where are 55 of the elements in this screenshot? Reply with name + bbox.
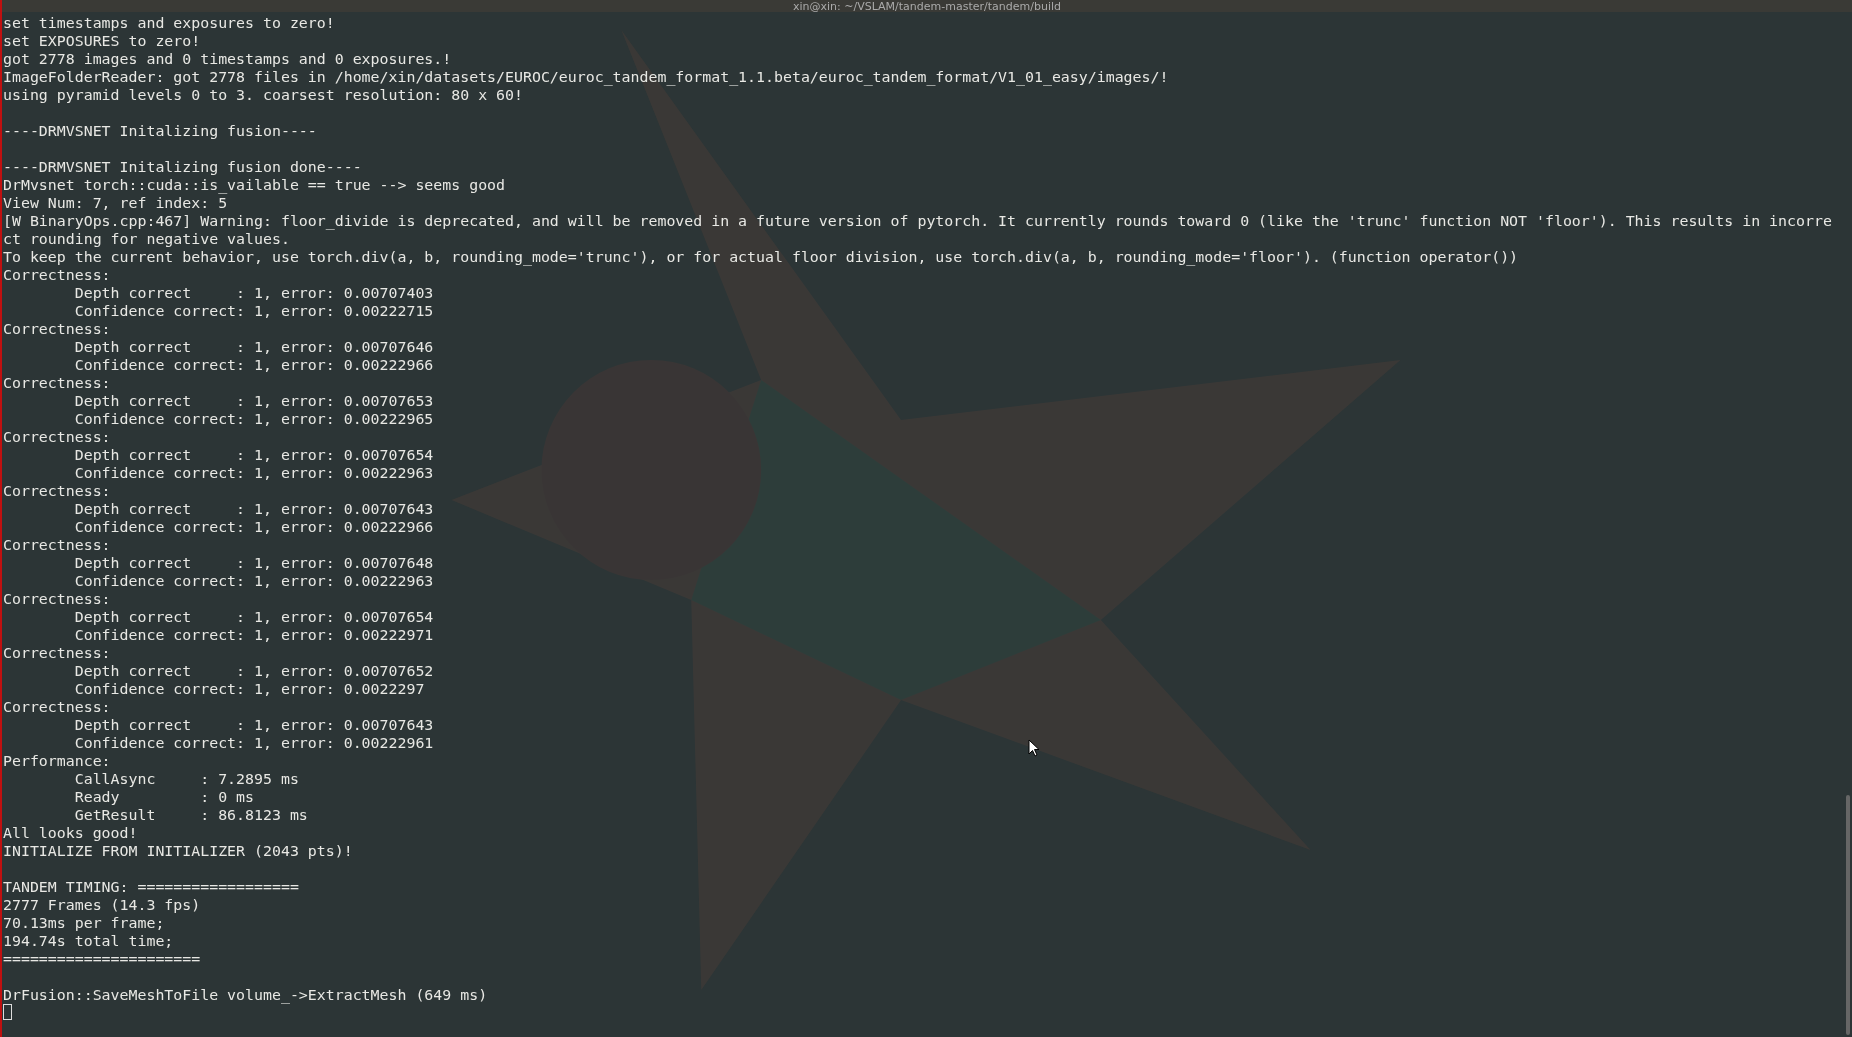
terminal-line: Depth correct : 1, error: 0.00707643 bbox=[73, 716, 434, 734]
terminal-line: Correctness: bbox=[3, 644, 111, 662]
terminal-line: Depth correct : 1, error: 0.00707648 bbox=[73, 554, 434, 572]
terminal-line: Confidence correct: 1, error: 0.00222963 bbox=[73, 464, 434, 482]
terminal-line: View Num: 7, ref index: 5 bbox=[3, 194, 228, 212]
terminal-line: To keep the current behavior, use torch.div(a, b, rounding_mode='trunc'), or for actual floor division, use torch.div(a, b, rounding_mode='floor'). (function operator()) bbox=[3, 248, 1519, 266]
terminal-line: Performance: bbox=[3, 752, 111, 770]
terminal-line: Confidence correct: 1, error: 0.00222715 bbox=[73, 302, 434, 320]
terminal-line: ----DRMVSNET Initalizing fusion---- bbox=[3, 122, 317, 140]
terminal-line: All looks good! bbox=[3, 824, 138, 842]
terminal-line: TANDEM TIMING: ================== bbox=[3, 878, 299, 896]
terminal-line: Correctness: bbox=[3, 320, 111, 338]
terminal-line: 2777 Frames (14.3 fps) bbox=[3, 896, 201, 914]
text-cursor bbox=[3, 1004, 12, 1020]
terminal-line: Confidence correct: 1, error: 0.00222966 bbox=[73, 356, 434, 374]
terminal-line: ct rounding for negative values. bbox=[3, 230, 290, 248]
mouse-pointer-icon bbox=[1028, 739, 1040, 757]
terminal-line: Depth correct : 1, error: 0.00707652 bbox=[73, 662, 434, 680]
terminal-line: Confidence correct: 1, error: 0.00222963 bbox=[73, 572, 434, 590]
terminal-line: 194.74s total time; bbox=[3, 932, 174, 950]
terminal-line: Correctness: bbox=[3, 590, 111, 608]
terminal-line: Confidence correct: 1, error: 0.00222965 bbox=[73, 410, 434, 428]
terminal-line: INITIALIZE FROM INITIALIZER (2043 pts)! bbox=[3, 842, 353, 860]
terminal-line: 70.13ms per frame; bbox=[3, 914, 165, 932]
terminal-line: Confidence correct: 1, error: 0.0022297 bbox=[73, 680, 425, 698]
terminal-line: GetResult : 86.8123 ms bbox=[73, 806, 308, 824]
terminal-line: Correctness: bbox=[3, 698, 111, 716]
terminal-line: Depth correct : 1, error: 0.00707643 bbox=[73, 500, 434, 518]
terminal-line: ====================== bbox=[3, 950, 201, 968]
terminal-line: Depth correct : 1, error: 0.00707646 bbox=[73, 338, 434, 356]
terminal-line: Correctness: bbox=[3, 428, 111, 446]
terminal-line: set timestamps and exposures to zero! bbox=[3, 14, 335, 32]
terminal-line: Correctness: bbox=[3, 482, 111, 500]
scrollbar-thumb[interactable] bbox=[1846, 795, 1850, 1035]
terminal-line: Correctness: bbox=[3, 536, 111, 554]
terminal-line: got 2778 images and 0 timestamps and 0 exposures.! bbox=[3, 50, 452, 68]
terminal-line: Confidence correct: 1, error: 0.00222971 bbox=[73, 626, 434, 644]
terminal-line: DrFusion::SaveMeshToFile volume_->ExtractMesh (649 ms) bbox=[3, 986, 488, 1004]
terminal-line: ImageFolderReader: got 2778 files in /home/xin/datasets/EUROC/euroc_tandem_format_1.1.beta/euroc_tandem_format/V1_01_easy/images/! bbox=[3, 68, 1169, 86]
terminal-line: [W BinaryOps.cpp:467] Warning: floor_divide is deprecated, and will be removed in a future version of pytorch. It currently rounds toward 0 (like the 'trunc' function NOT 'floor'). This results in incorre bbox=[3, 212, 1832, 230]
terminal-line: using pyramid levels 0 to 3. coarsest resolution: 80 x 60! bbox=[3, 86, 523, 104]
terminal-line: DrMvsnet torch::cuda::is_vailable == true --> seems good bbox=[3, 176, 506, 194]
terminal-line: Depth correct : 1, error: 0.00707653 bbox=[73, 392, 434, 410]
window-title: xin@xin: ~/VSLAM/tandem-master/tandem/build bbox=[2, 0, 1852, 12]
terminal-line: Correctness: bbox=[3, 266, 111, 284]
terminal-line: Depth correct : 1, error: 0.00707654 bbox=[73, 608, 434, 626]
terminal-line: ----DRMVSNET Initalizing fusion done---- bbox=[3, 158, 362, 176]
terminal-line: CallAsync : 7.2895 ms bbox=[73, 770, 299, 788]
terminal-line: Confidence correct: 1, error: 0.00222961 bbox=[73, 734, 434, 752]
terminal-line: set EXPOSURES to zero! bbox=[3, 32, 201, 50]
terminal-line: Correctness: bbox=[3, 374, 111, 392]
terminal-line: Confidence correct: 1, error: 0.00222966 bbox=[73, 518, 434, 536]
terminal-line: Depth correct : 1, error: 0.00707654 bbox=[73, 446, 434, 464]
terminal-line: Depth correct : 1, error: 0.00707403 bbox=[73, 284, 434, 302]
terminal-line: Ready : 0 ms bbox=[73, 788, 255, 806]
